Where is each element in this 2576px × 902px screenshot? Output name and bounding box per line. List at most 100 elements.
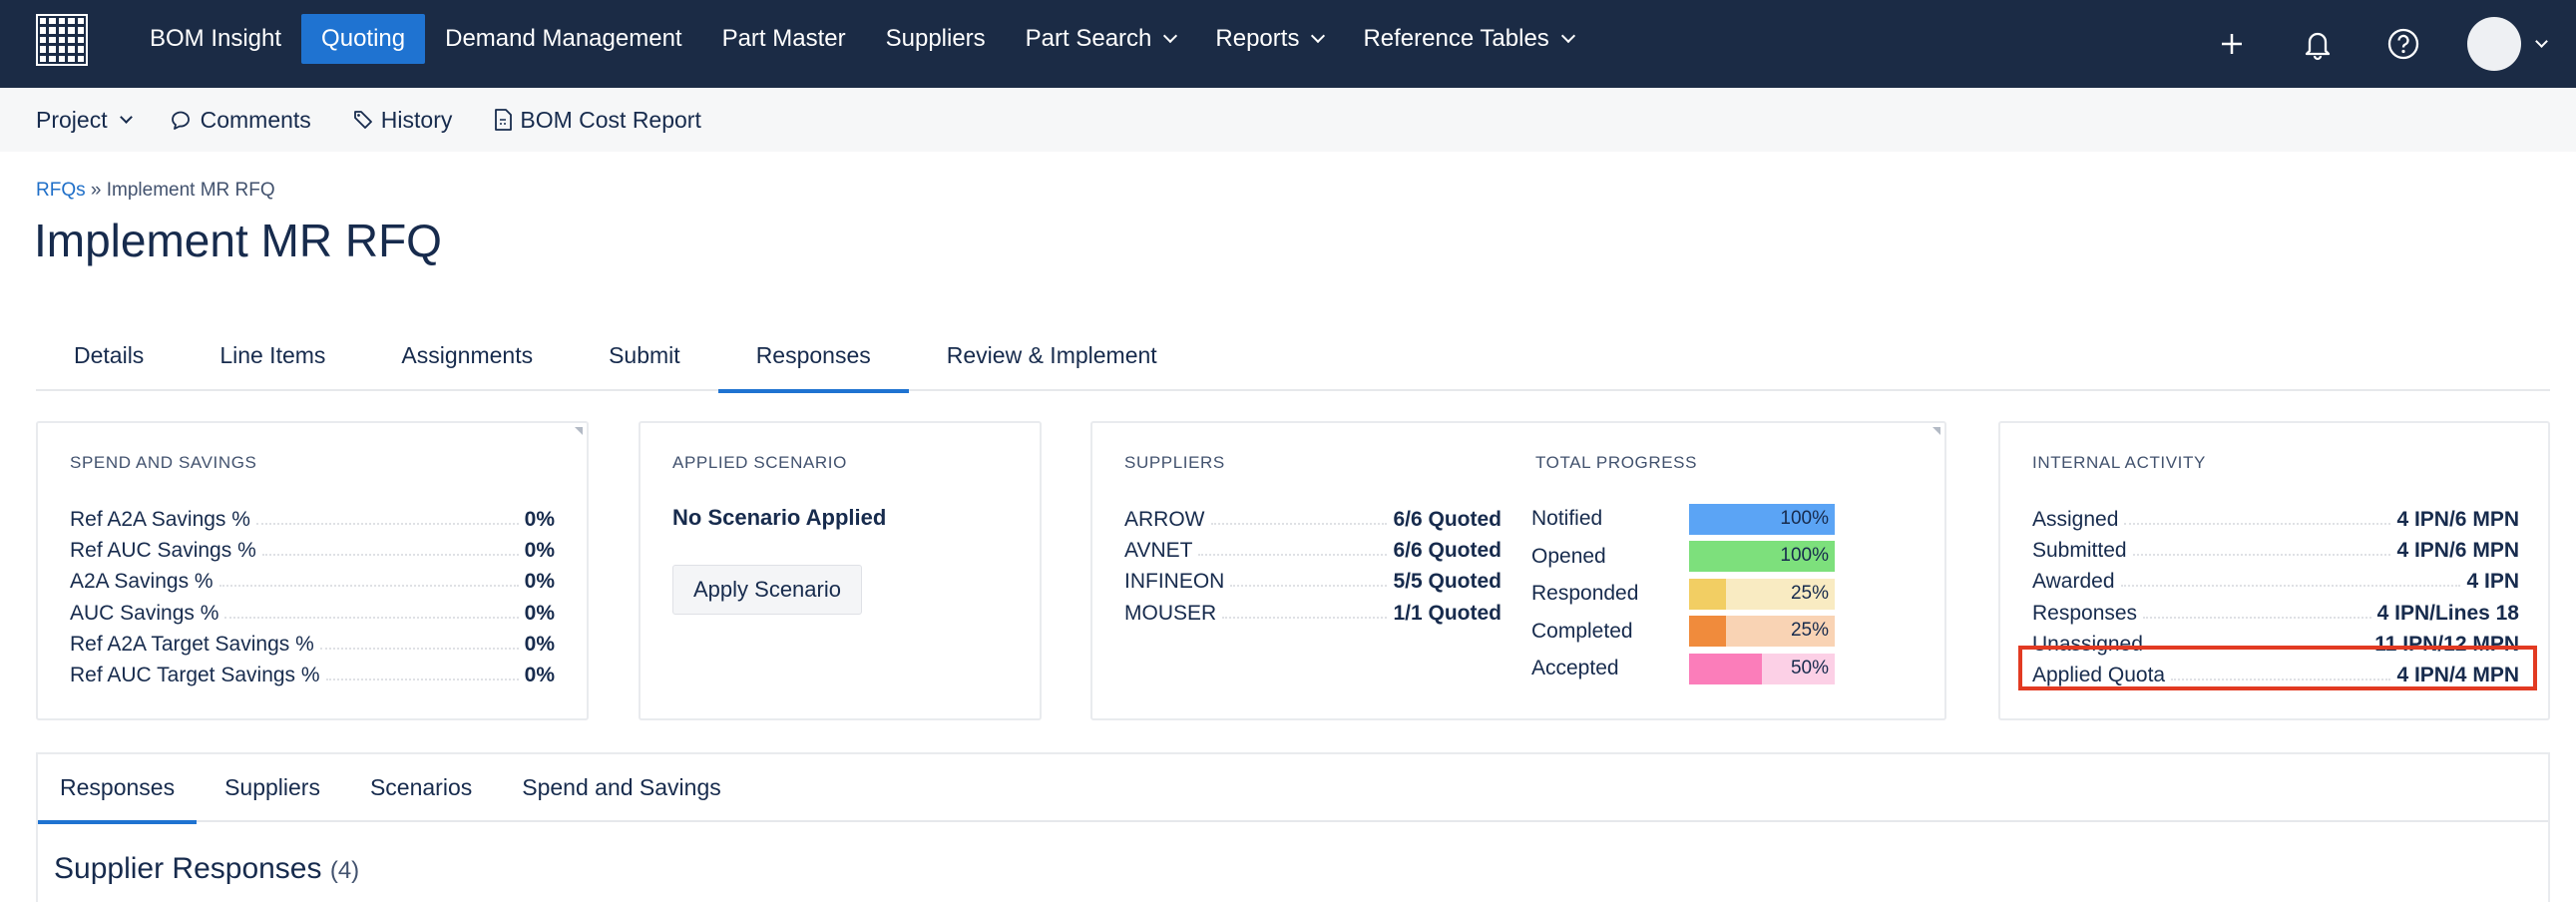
progress-row-responded: Responded 25% bbox=[1531, 578, 1921, 610]
dotted-leader bbox=[2124, 523, 2391, 525]
row-value: 0% bbox=[524, 539, 555, 563]
app-logo-grid-icon[interactable] bbox=[36, 14, 88, 66]
nav-item-label: BOM Insight bbox=[150, 25, 282, 52]
bottom-tab-suppliers[interactable]: Suppliers bbox=[203, 754, 342, 822]
kv-row-avnet: AVNET 6/6 Quoted bbox=[1124, 532, 1502, 563]
nav-item-part-search[interactable]: Part Search bbox=[1006, 14, 1196, 64]
applied-scenario-card: APPLIED SCENARIO No Scenario Applied App… bbox=[639, 421, 1042, 720]
chevron-down-icon bbox=[2535, 34, 2548, 48]
nav-item-demand-management[interactable]: Demand Management bbox=[425, 14, 701, 64]
row-label: Ref A2A Target Savings % bbox=[70, 632, 314, 656]
tab-submit[interactable]: Submit bbox=[571, 329, 718, 391]
kv-row-ref-a2a-savings: Ref A2A Savings % 0% bbox=[70, 501, 555, 532]
progress-fill bbox=[1689, 653, 1762, 684]
row-label: Responses bbox=[2032, 601, 2138, 625]
row-value: 4 IPN/6 MPN bbox=[2396, 508, 2519, 531]
kv-row-auc-savings: AUC Savings % 0% bbox=[70, 595, 555, 626]
row-label: MOUSER bbox=[1124, 601, 1217, 625]
main-nav: BOM Insight Quoting Demand Management Part … bbox=[130, 14, 1593, 64]
row-label: Awarded bbox=[2032, 570, 2115, 594]
avatar[interactable] bbox=[2467, 17, 2521, 71]
tab-review-implement[interactable]: Review & Implement bbox=[909, 329, 1195, 391]
nav-item-part-master[interactable]: Part Master bbox=[702, 14, 866, 64]
chevron-down-icon bbox=[119, 110, 133, 124]
resize-corner-icon bbox=[575, 427, 583, 435]
apply-scenario-button[interactable]: Apply Scenario bbox=[672, 565, 862, 615]
progress-label: Notified bbox=[1531, 507, 1603, 530]
progress-label: Opened bbox=[1531, 544, 1606, 568]
kv-row-assigned: Assigned 4 IPN/6 MPN bbox=[2032, 501, 2519, 532]
project-dropdown[interactable]: Project bbox=[36, 106, 133, 134]
bottom-tab-scenarios[interactable]: Scenarios bbox=[348, 754, 494, 822]
user-menu[interactable] bbox=[2467, 17, 2548, 71]
nav-item-reports[interactable]: Reports bbox=[1195, 14, 1343, 64]
nav-item-quoting[interactable]: Quoting bbox=[301, 14, 426, 64]
chevron-down-icon bbox=[1560, 28, 1575, 44]
history-icon bbox=[353, 111, 372, 129]
row-label: Assigned bbox=[2032, 508, 2119, 531]
comments-button[interactable]: Comments bbox=[171, 107, 311, 134]
top-navbar: BOM Insight Quoting Demand Management Part … bbox=[0, 0, 2576, 88]
bom-cost-report-button[interactable]: BOM Cost Report bbox=[492, 107, 701, 134]
progress-percent: 100% bbox=[1780, 545, 1829, 566]
row-value: 0% bbox=[524, 632, 555, 656]
breadcrumb: RFQs » Implement MR RFQ bbox=[36, 180, 275, 202]
nav-item-label: Demand Management bbox=[445, 25, 682, 52]
section-count: (4) bbox=[329, 857, 360, 884]
row-value: 5/5 Quoted bbox=[1393, 570, 1502, 594]
nav-item-reference-tables[interactable]: Reference Tables bbox=[1343, 14, 1592, 64]
row-label: Ref A2A Savings % bbox=[70, 508, 250, 531]
bell-icon[interactable] bbox=[2288, 14, 2348, 74]
tab-line-items[interactable]: Line Items bbox=[182, 329, 363, 391]
progress-row-opened: Opened 100% bbox=[1531, 541, 1921, 573]
progress-fill bbox=[1689, 616, 1726, 647]
row-value: 4 IPN/Lines 18 bbox=[2376, 601, 2519, 625]
dotted-leader bbox=[224, 616, 519, 619]
dotted-leader bbox=[1198, 554, 1388, 557]
row-value: 6/6 Quoted bbox=[1393, 539, 1502, 563]
total-progress-heading: TOTAL PROGRESS bbox=[1535, 453, 1698, 472]
bottom-tab-responses[interactable]: Responses bbox=[38, 754, 198, 824]
breadcrumb-separator: » bbox=[90, 180, 102, 201]
dotted-leader bbox=[1230, 585, 1388, 588]
progress-bar: 50% bbox=[1689, 653, 1835, 684]
progress-row-completed: Completed 25% bbox=[1531, 616, 1921, 648]
progress-fill bbox=[1689, 578, 1726, 610]
chevron-down-icon bbox=[1311, 28, 1326, 44]
kv-row-ref-auc-target-savings: Ref AUC Target Savings % 0% bbox=[70, 657, 555, 687]
progress-percent: 100% bbox=[1780, 507, 1829, 529]
row-value: 4 IPN/6 MPN bbox=[2396, 539, 2519, 563]
nav-item-suppliers[interactable]: Suppliers bbox=[866, 14, 1006, 64]
plus-icon[interactable] bbox=[2202, 14, 2262, 74]
tab-responses[interactable]: Responses bbox=[717, 329, 909, 393]
applied-quota-highlight bbox=[2018, 646, 2537, 690]
row-label: ARROW bbox=[1124, 508, 1205, 531]
internal-activity-heading: INTERNAL ACTIVITY bbox=[2032, 453, 2206, 472]
help-icon[interactable] bbox=[2373, 14, 2433, 74]
project-label: Project bbox=[36, 106, 108, 133]
progress-label: Completed bbox=[1531, 619, 1633, 643]
nav-item-label: Quoting bbox=[321, 25, 406, 52]
secondary-toolbar: Project Comments History BOM Cost Report bbox=[0, 88, 2576, 152]
dotted-leader bbox=[1210, 523, 1388, 525]
tab-details[interactable]: Details bbox=[36, 329, 182, 391]
nav-item-label: Reports bbox=[1215, 25, 1300, 52]
section-title-text: Supplier Responses bbox=[54, 852, 322, 885]
tab-assignments[interactable]: Assignments bbox=[363, 329, 571, 391]
response-tabs: Responses Suppliers Scenarios Spend and Sav… bbox=[38, 754, 2548, 824]
suppliers-progress-card: SUPPLIERS TOTAL PROGRESS ARROW 6/6 Quoted… bbox=[1090, 421, 1946, 720]
history-button[interactable]: History bbox=[351, 107, 452, 134]
bottom-tab-spend-and-savings[interactable]: Spend and Savings bbox=[500, 754, 743, 822]
progress-percent: 50% bbox=[1790, 657, 1829, 678]
scenario-status: No Scenario Applied bbox=[672, 505, 887, 530]
dotted-leader bbox=[325, 678, 519, 680]
row-value: 6/6 Quoted bbox=[1393, 508, 1502, 531]
nav-item-bom-insight[interactable]: BOM Insight bbox=[130, 14, 301, 64]
progress-percent: 25% bbox=[1790, 620, 1829, 641]
kv-row-infineon: INFINEON 5/5 Quoted bbox=[1124, 563, 1502, 594]
kv-row-ref-a2a-target-savings: Ref A2A Target Savings % 0% bbox=[70, 626, 555, 657]
breadcrumb-rfqs-link[interactable]: RFQs bbox=[36, 180, 86, 201]
nav-item-label: Suppliers bbox=[885, 25, 986, 52]
kv-row-submitted: Submitted 4 IPN/6 MPN bbox=[2032, 532, 2519, 563]
row-label: AVNET bbox=[1124, 539, 1193, 563]
